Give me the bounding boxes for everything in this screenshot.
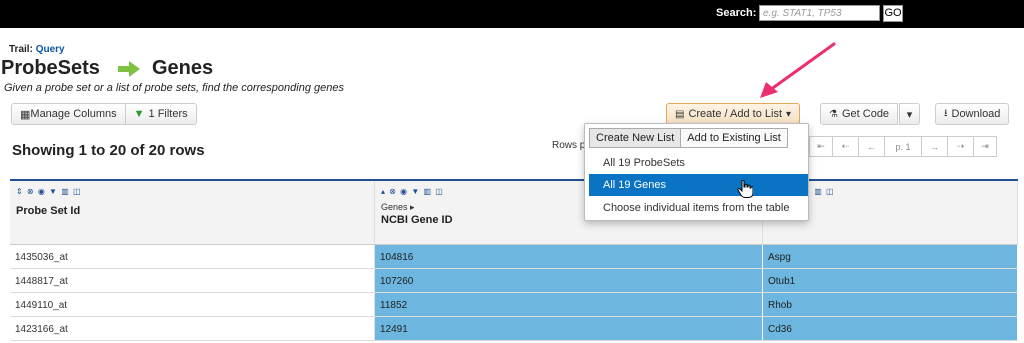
download-icon: ⭳ [944,107,948,119]
get-code-label: Get Code [841,108,890,120]
table-row[interactable]: 1423166_at 12491 Cd36 [10,317,1018,341]
title-to: Genes [151,57,214,79]
trail-label: Trail: [9,44,33,55]
trail-link-query[interactable]: Query [36,44,65,55]
row-count-summary: Showing 1 to 20 of 20 rows [12,142,205,159]
download-label: Download [951,108,1001,120]
cell-symbol[interactable]: Rhob [763,293,1018,316]
right-arrow-icon [117,60,140,77]
filters-label: 1 Filters [148,108,188,120]
pagination: ⇤ ⇠ ← p. 1 → ⇢ ⇥ [809,136,997,157]
column-name: Probe Set Id [16,205,81,217]
search-label: Search: [716,7,757,19]
back-page-button[interactable]: ⇠ [832,136,859,157]
page-subtitle: Given a probe set or a list of probe set… [4,82,344,94]
search-input[interactable] [759,5,880,21]
page-number: p. 1 [884,136,922,157]
get-code-button[interactable]: ⚗ Get Code [820,103,899,125]
download-button[interactable]: ⭳ Download [935,103,1010,125]
cell-probe-set-id[interactable]: 1435036_at [10,245,375,268]
breadcrumb: Trail: Query [9,44,65,55]
top-bar: Search: GO [0,0,1024,28]
tab-create-new-list[interactable]: Create New List [589,128,682,148]
caret-down-icon: ▾ [786,108,792,120]
table-header: ⇕ ⊗ ◉ ▼ ▥ ◫ Probe Set Id ▴ ⊗ ◉ ▼ ▥ ◫ Gen… [10,181,1018,245]
dropdown-tabs: Create New List Add to Existing List [589,128,788,148]
table-icon: ▦ [20,108,31,121]
menu-item-all-probesets[interactable]: All 19 ProbeSets [585,152,808,174]
create-list-button[interactable]: ▤ Create / Add to List ▾ [666,103,801,125]
go-button[interactable]: GO [883,5,903,22]
caret-down-icon: ▾ [906,108,913,121]
column-toolbar: ▦ Manage Columns ▼ 1 Filters [11,103,197,125]
cell-symbol[interactable]: Otub1 [763,269,1018,292]
cell-ncbi-gene-id[interactable]: 12491 [375,317,763,340]
table-row[interactable]: 1435036_at 104816 Aspg [10,245,1018,269]
manage-columns-label: Manage Columns [30,108,117,120]
filter-icon: ▼ [133,108,145,120]
last-page-button[interactable]: ⇥ [973,136,997,157]
cell-ncbi-gene-id[interactable]: 11852 [375,293,763,316]
menu-item-all-genes[interactable]: All 19 Genes [589,174,808,196]
manage-columns-button[interactable]: ▦ Manage Columns [11,103,126,125]
cell-symbol[interactable]: Cd36 [763,317,1018,340]
table-row[interactable]: 1449110_at 11852 Rhob [10,293,1018,317]
page-title: ProbeSets Genes [1,57,213,80]
cell-probe-set-id[interactable]: 1448817_at [10,269,375,292]
filters-button[interactable]: ▼ 1 Filters [125,103,197,125]
create-list-label: Create / Add to List [688,108,783,120]
prev-page-button[interactable]: ← [858,136,885,157]
cell-ncbi-gene-id[interactable]: 107260 [375,269,763,292]
first-page-button[interactable]: ⇤ [809,136,833,157]
get-code-caret-button[interactable]: ▾ [899,103,920,125]
forward-page-button[interactable]: ⇢ [947,136,974,157]
list-icon: ▤ [675,108,685,120]
menu-item-choose-individual[interactable]: Choose individual items from the table [585,197,808,219]
column-header-probe-set-id[interactable]: ⇕ ⊗ ◉ ▼ ▥ ◫ Probe Set Id [10,181,375,244]
tab-add-to-existing-list[interactable]: Add to Existing List [680,128,788,148]
cell-symbol[interactable]: Aspg [763,245,1018,268]
annotation-arrow-icon [760,42,836,98]
cell-probe-set-id[interactable]: 1449110_at [10,293,375,316]
title-from: ProbeSets [1,57,100,79]
rows-per-page-label: Rows p [552,140,586,151]
hand-cursor-icon [737,180,753,198]
flask-icon: ⚗ [829,108,838,120]
results-table: ⇕ ⊗ ◉ ▼ ▥ ◫ Probe Set Id ▴ ⊗ ◉ ▼ ▥ ◫ Gen… [10,179,1018,341]
cell-ncbi-gene-id[interactable]: 104816 [375,245,763,268]
cell-probe-set-id[interactable]: 1423166_at [10,317,375,340]
next-page-button[interactable]: → [921,136,948,157]
create-list-dropdown: Create New List Add to Existing List All… [584,123,809,221]
column-tools-icons[interactable]: ⇕ ⊗ ◉ ▼ ▥ ◫ [16,187,368,196]
table-row[interactable]: 1448817_at 107260 Otub1 [10,269,1018,293]
